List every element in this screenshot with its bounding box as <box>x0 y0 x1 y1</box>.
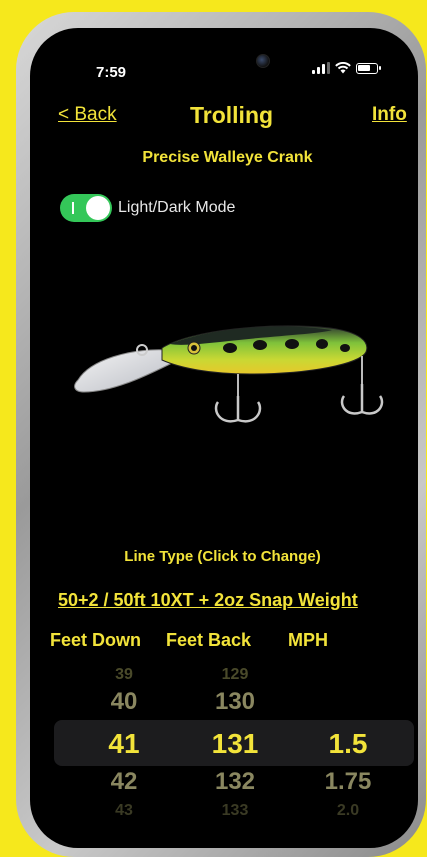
picker-mph-value[interactable]: 2.0 <box>298 802 398 820</box>
crankbait-lure-image[interactable] <box>70 300 400 440</box>
column-header-feet-back: Feet Back <box>166 630 252 650</box>
signal-icon <box>312 62 330 74</box>
picker-feet-back-value[interactable]: 132 <box>185 768 285 796</box>
depth-picker[interactable]: 39 40 41 42 43 129 130 131 132 133 1.5 1.75 2.0 <box>30 662 418 832</box>
picker-feet-down-value[interactable]: 42 <box>74 768 174 796</box>
wifi-icon <box>335 62 351 74</box>
status-time: 7:59 <box>96 64 127 81</box>
line-type-selector[interactable]: 50+2 / 50ft 10XT + 2oz Snap Weight <box>58 590 358 611</box>
status-icons <box>312 62 381 74</box>
toggle-knob <box>86 196 110 220</box>
lure-name: Precise Walleye Crank <box>142 149 313 166</box>
front-camera <box>256 54 270 68</box>
column-header-mph: MPH <box>288 630 328 650</box>
picker-feet-back-value[interactable]: 130 <box>185 688 285 716</box>
picker-feet-down-value[interactable]: 41 <box>74 728 174 760</box>
info-button[interactable]: Info <box>372 104 407 126</box>
picker-feet-back-value[interactable]: 129 <box>185 666 285 684</box>
picker-mph-value[interactable]: 1.5 <box>298 728 398 760</box>
picker-feet-back-value[interactable]: 131 <box>185 728 285 760</box>
toggle-on-indicator <box>72 202 74 214</box>
picker-feet-down-value[interactable]: 39 <box>74 666 174 684</box>
line-type-label: Line Type (Click to Change) <box>124 548 321 565</box>
light-dark-toggle[interactable] <box>60 194 112 222</box>
picker-feet-back-value[interactable]: 133 <box>185 802 285 820</box>
toggle-label: Light/Dark Mode <box>118 199 236 216</box>
back-button[interactable]: < Back <box>58 104 117 126</box>
column-header-feet-down: Feet Down <box>50 630 142 650</box>
picker-mph-value[interactable]: 1.75 <box>298 768 398 796</box>
page-title: Trolling <box>190 102 274 128</box>
picker-feet-down-value[interactable]: 40 <box>74 688 174 716</box>
battery-icon <box>356 62 381 74</box>
picker-feet-down-value[interactable]: 43 <box>74 802 174 820</box>
